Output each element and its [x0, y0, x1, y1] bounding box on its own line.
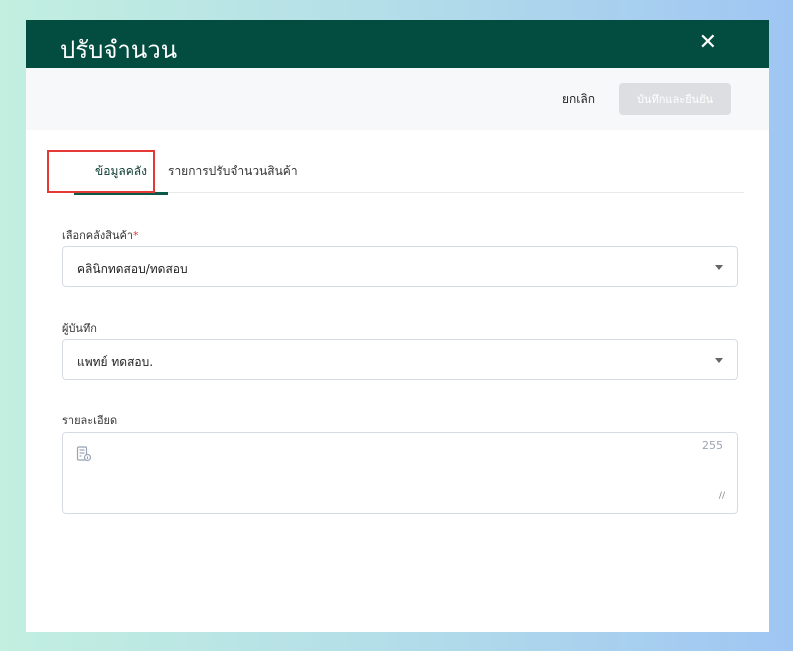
tab-adjustment-items[interactable]: รายการปรับจำนวนสินค้า: [168, 162, 298, 181]
recorder-value: แพทย์ ทดสอบ.: [77, 355, 154, 369]
tab-bar: ข้อมูลคลัง รายการปรับจำนวนสินค้า: [56, 150, 744, 195]
details-label: รายละเอียด: [62, 414, 118, 427]
required-mark: *: [133, 229, 139, 242]
highlight-box: [47, 150, 155, 193]
resize-handle-icon[interactable]: //: [719, 491, 725, 501]
action-toolbar: ยกเลิก บันทึกและยืนยัน: [26, 68, 769, 130]
warehouse-select[interactable]: คลินิกทดสอบ/ทดสอบ: [62, 246, 738, 287]
warehouse-label: เลือกคลังสินค้า*: [62, 226, 139, 244]
details-textarea[interactable]: 255 //: [62, 432, 738, 514]
recorder-label: ผู้บันทึก: [62, 322, 97, 335]
chevron-down-icon: [715, 265, 723, 270]
warehouse-value: คลินิกทดสอบ/ทดสอบ: [77, 262, 188, 276]
warehouse-label-text: เลือกคลังสินค้า: [62, 229, 134, 242]
modal-title: ปรับจำนวน: [60, 36, 178, 64]
adjust-quantity-modal: ปรับจำนวน ✕ ยกเลิก บันทึกและยืนยัน ข้อมู…: [26, 20, 769, 632]
char-limit: 255: [702, 439, 723, 452]
chevron-down-icon: [715, 358, 723, 363]
save-confirm-button[interactable]: บันทึกและยืนยัน: [619, 83, 731, 115]
close-icon[interactable]: ✕: [699, 30, 717, 55]
document-info-icon: [76, 446, 92, 466]
recorder-select[interactable]: แพทย์ ทดสอบ.: [62, 339, 738, 380]
cancel-button[interactable]: ยกเลิก: [562, 90, 595, 109]
modal-header: ปรับจำนวน ✕: [26, 20, 769, 68]
